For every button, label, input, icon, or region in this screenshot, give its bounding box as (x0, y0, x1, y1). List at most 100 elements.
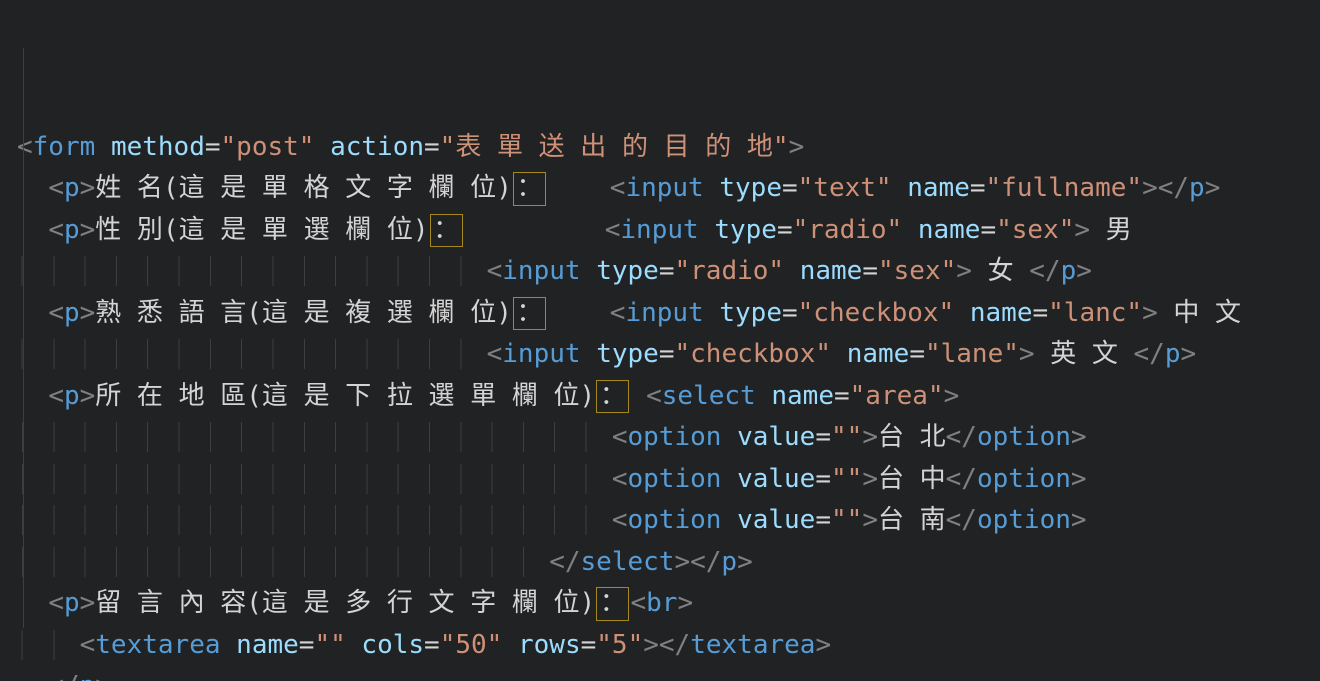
token-text: = (659, 256, 675, 286)
cjk-text: 這是複選欄位 (262, 298, 512, 328)
token-text: = (424, 132, 440, 162)
token-punctuation: > (737, 547, 753, 577)
token-punctuation: > (1142, 173, 1158, 203)
token-punctuation: > (1181, 339, 1197, 369)
token-text (831, 339, 847, 369)
token-text (581, 256, 597, 286)
token-tag-name: textarea (690, 630, 815, 660)
cjk-text: 熟悉語言 (95, 298, 262, 328)
token-tag-name: form (33, 132, 96, 162)
token-punctuation: </ (946, 422, 977, 452)
token-attribute-name: type (719, 298, 782, 328)
leading-indent-guides (17, 547, 549, 577)
token-text: 台北 (878, 422, 946, 452)
code-line[interactable]: <p>留言內容(這是多行文字欄位)：<br> (17, 583, 1320, 625)
token-text: = (782, 298, 798, 328)
code-area[interactable]: <form method="post" action="表單送出的目的地"> <… (17, 127, 1320, 681)
token-attribute-name: value (737, 505, 815, 535)
code-line[interactable]: <option value="">台中</option> (17, 459, 1320, 501)
token-string: "checkbox" (674, 339, 831, 369)
code-editor[interactable]: <form method="post" action="表單送出的目的地"> <… (0, 0, 1320, 681)
token-text (547, 173, 610, 203)
token-string: "text" (798, 173, 892, 203)
token-string: "5" (596, 630, 643, 660)
token-string: "" (314, 630, 345, 660)
token-text: = (970, 173, 986, 203)
token-tag-name: textarea (95, 630, 220, 660)
token-punctuation: < (80, 630, 96, 660)
token-punctuation: > (80, 298, 96, 328)
code-line[interactable]: <p>姓名(這是單格文字欄位)： <input type="text" name… (17, 168, 1320, 210)
code-line[interactable]: <p>性別(這是單選欄位)： <input type="radio" name=… (17, 210, 1320, 252)
token-attribute-name: name (970, 298, 1033, 328)
token-attribute-name: name (800, 256, 863, 286)
token-text: = (834, 381, 850, 411)
code-line[interactable]: <form method="post" action="表單送出的目的地"> (17, 127, 1320, 169)
token-text: 中文 (1158, 298, 1241, 328)
token-tag-name: input (625, 298, 703, 328)
token-text (721, 422, 737, 452)
token-punctuation: </ (48, 671, 79, 681)
token-text: 男 (1090, 215, 1132, 245)
token-punctuation: < (610, 173, 626, 203)
token-punctuation: > (789, 132, 805, 162)
token-tag-name: br (646, 588, 677, 618)
token-attribute-name: name (771, 381, 834, 411)
token-text (704, 173, 720, 203)
token-text: = (659, 339, 675, 369)
token-attribute-name: name (847, 339, 910, 369)
code-line[interactable]: <p>所在地區(這是下拉選單欄位)： <select name="area"> (17, 376, 1320, 418)
token-punctuation: > (95, 671, 111, 681)
token-text: 英文 (1035, 339, 1134, 369)
token-text: = (782, 173, 798, 203)
token-text: 女 (972, 256, 1029, 286)
unicode-highlight-colon: ： (513, 172, 546, 206)
unicode-highlight-colon: ： (430, 214, 463, 248)
token-punctuation: > (80, 215, 96, 245)
unicode-highlight-colon: ： (596, 380, 629, 414)
code-line[interactable]: <input type="radio" name="sex"> 女 </p> (17, 251, 1320, 293)
token-string: "radio" (674, 256, 784, 286)
token-tag-name: option (627, 505, 721, 535)
token-text: = (815, 464, 831, 494)
token-string: "lanc" (1048, 298, 1142, 328)
code-line[interactable]: </p> (17, 666, 1320, 681)
token-attribute-name: type (596, 256, 659, 286)
code-line[interactable]: <option value="">台南</option> (17, 500, 1320, 542)
code-line[interactable]: <textarea name="" cols="50" rows="5"></t… (17, 625, 1320, 667)
code-line[interactable]: </select></p> (17, 542, 1320, 584)
token-text (502, 630, 518, 660)
token-punctuation: > (1071, 505, 1087, 535)
token-text: = (424, 630, 440, 660)
token-text (699, 215, 715, 245)
token-string: "sex" (878, 256, 956, 286)
token-string: "" (831, 505, 862, 535)
token-punctuation: < (487, 256, 503, 286)
token-text: = (299, 630, 315, 660)
token-punctuation: > (80, 381, 96, 411)
token-punctuation: < (612, 422, 628, 452)
token-punctuation: < (48, 173, 64, 203)
token-attribute-name: value (737, 464, 815, 494)
unicode-highlight-colon: ： (513, 297, 546, 331)
token-tag-name: input (620, 215, 698, 245)
token-whitespace (17, 381, 48, 411)
token-attribute-name: action (330, 132, 424, 162)
token-text (721, 464, 737, 494)
token-attribute-name: name (918, 215, 981, 245)
cjk-text: 表單送出的目的地 (455, 132, 788, 162)
token-tag-name: p (64, 173, 80, 203)
token-tag-name: p (64, 215, 80, 245)
cjk-text: 這是單格文字欄位 (179, 173, 512, 203)
code-line[interactable]: <p>熟悉語言(這是複選欄位)： <input type="checkbox" … (17, 293, 1320, 335)
token-text (721, 505, 737, 535)
token-string: "表單送出的目的地" (440, 132, 789, 162)
code-line[interactable]: <option value="">台北</option> (17, 417, 1320, 459)
token-text: = (862, 256, 878, 286)
code-line[interactable]: <input type="checkbox" name="lane"> 英文 <… (17, 334, 1320, 376)
token-text: = (980, 215, 996, 245)
token-string: "lane" (925, 339, 1019, 369)
token-attribute-name: rows (518, 630, 581, 660)
token-text: 姓名(這是單格文字欄位) (95, 173, 512, 203)
token-tag-name: input (502, 339, 580, 369)
